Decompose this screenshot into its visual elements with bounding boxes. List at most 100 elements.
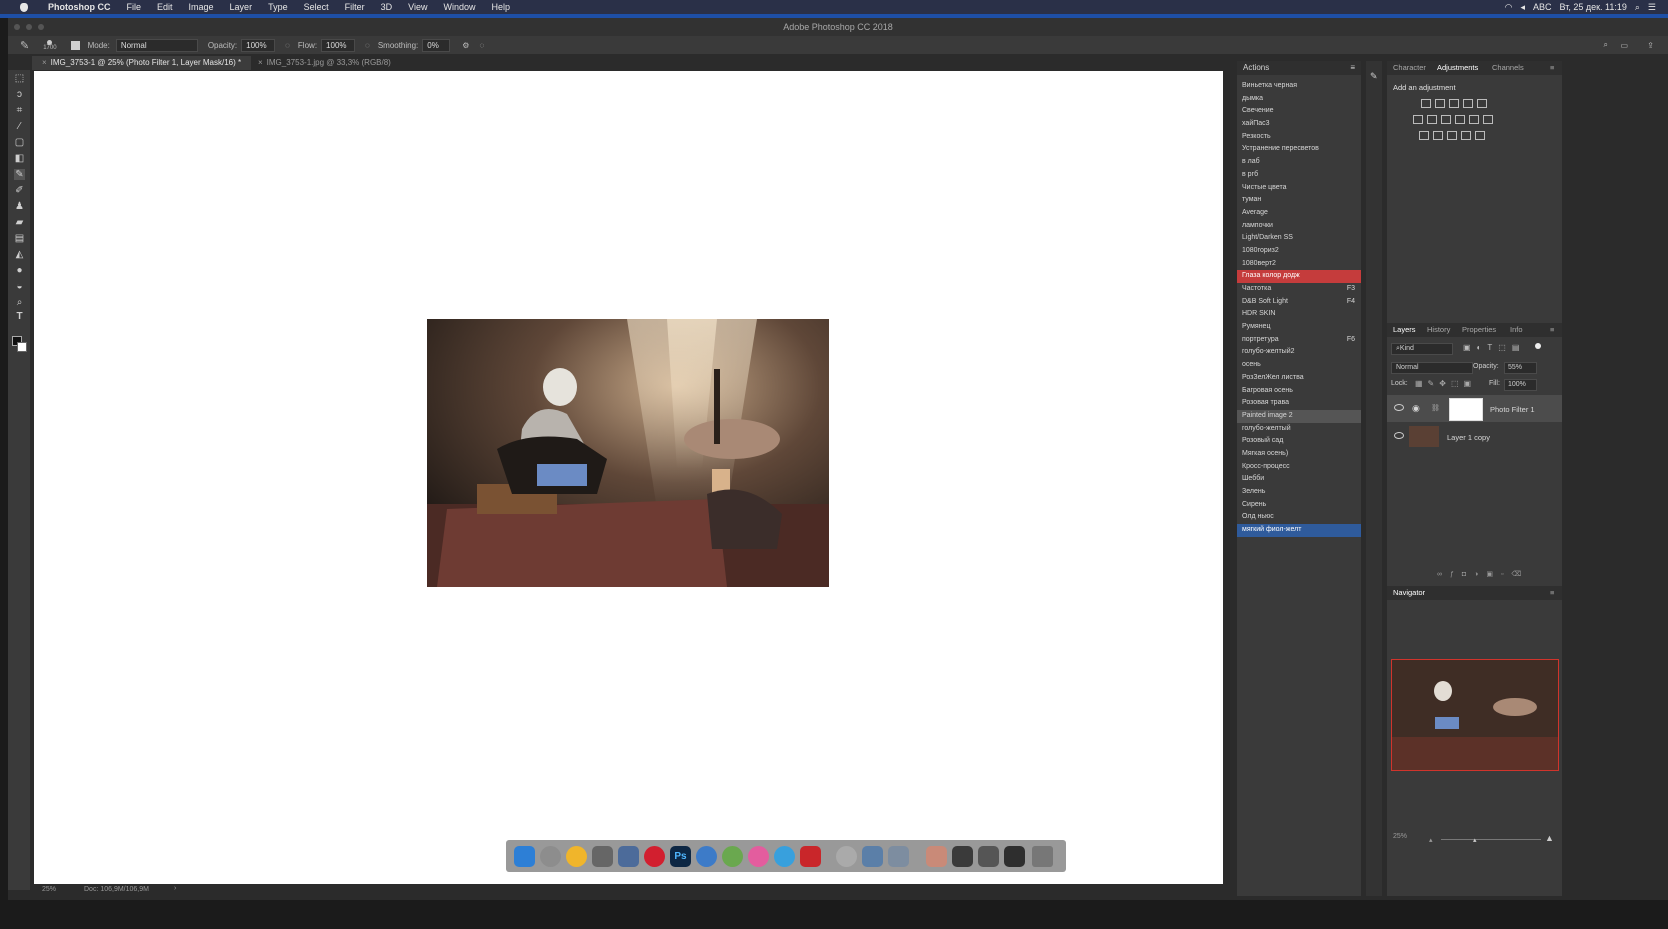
action-item[interactable]: Зелень xyxy=(1237,486,1361,499)
navigator-zoom-handle[interactable]: ▴ xyxy=(1473,836,1477,844)
action-item[interactable]: Олд ньюс xyxy=(1237,511,1361,524)
actions-panel-title[interactable]: Actions xyxy=(1243,63,1269,72)
browser-icon[interactable] xyxy=(696,846,717,867)
share-icon[interactable]: ⇪ xyxy=(1647,41,1654,50)
launchpad-icon[interactable] xyxy=(540,846,561,867)
action-item[interactable]: лампочки xyxy=(1237,220,1361,233)
healing-brush-tool-icon[interactable]: ▢ xyxy=(14,137,25,148)
action-item[interactable]: в лаб xyxy=(1237,156,1361,169)
action-item[interactable]: Мягкая осень) xyxy=(1237,448,1361,461)
action-item[interactable]: Виньетка черная xyxy=(1237,80,1361,93)
layer-opacity-input[interactable]: 55% xyxy=(1504,362,1537,374)
input-language[interactable]: ABC xyxy=(1533,2,1552,12)
action-item[interactable]: Розовый сад xyxy=(1237,435,1361,448)
vibrance-icon[interactable] xyxy=(1477,99,1487,108)
recent-document-icon[interactable] xyxy=(926,846,947,867)
panel-menu-icon[interactable]: ≡ xyxy=(1550,61,1554,75)
panel-menu-icon[interactable]: ≡ xyxy=(1550,323,1554,337)
threshold-icon[interactable] xyxy=(1447,131,1457,140)
menu-type[interactable]: Type xyxy=(268,2,288,12)
status-arrow-icon[interactable]: › xyxy=(174,885,176,892)
exposure-icon[interactable] xyxy=(1463,99,1473,108)
flow-input[interactable]: 100% xyxy=(321,38,356,52)
action-item[interactable]: туман xyxy=(1237,194,1361,207)
marquee-tool-icon[interactable]: ⬚ xyxy=(14,73,25,84)
menu-help[interactable]: Help xyxy=(491,2,510,12)
volume-icon[interactable]: ◂ xyxy=(1520,2,1525,13)
brush-tool-preset-icon[interactable]: ✎ xyxy=(20,39,29,52)
action-item[interactable]: Румянец xyxy=(1237,321,1361,334)
action-item[interactable]: в ргб xyxy=(1237,169,1361,182)
clone-stamp-tool-icon[interactable]: ♟ xyxy=(14,201,25,212)
layer-row-layer-1-copy[interactable]: Layer 1 copy xyxy=(1387,423,1562,450)
action-item[interactable]: D&B Soft Light F4 xyxy=(1237,296,1361,309)
messenger-icon[interactable] xyxy=(774,846,795,867)
tab-properties[interactable]: Properties xyxy=(1462,323,1496,337)
action-item[interactable]: 1080верт2 xyxy=(1237,258,1361,271)
navigator-zoom-value[interactable]: 25% xyxy=(1393,833,1407,840)
tab-close-icon[interactable]: × xyxy=(258,58,263,67)
tab-info[interactable]: Info xyxy=(1510,323,1523,337)
preview-icon[interactable] xyxy=(888,846,909,867)
zoom-out-icon[interactable]: ▴ xyxy=(1429,836,1433,844)
opera-icon[interactable] xyxy=(644,846,665,867)
tab-second-document[interactable]: × IMG_3753-1.jpg @ 33,3% (RGB/8) xyxy=(248,56,401,70)
system-preferences-icon[interactable] xyxy=(592,846,613,867)
panel-menu-icon[interactable]: ≡ xyxy=(1350,61,1355,75)
layer-row-photo-filter[interactable]: ◉ ⛓ Photo Filter 1 xyxy=(1387,395,1562,422)
recent-image-icon[interactable] xyxy=(952,846,973,867)
photos-icon[interactable] xyxy=(566,846,587,867)
menu-select[interactable]: Select xyxy=(304,2,329,12)
color-lookup-icon[interactable] xyxy=(1483,115,1493,124)
notification-center-icon[interactable]: ☰ xyxy=(1648,2,1656,13)
mode-select[interactable]: Normal xyxy=(115,38,198,52)
visibility-eye-icon[interactable] xyxy=(1394,404,1404,411)
blur-tool-icon[interactable]: ◭ xyxy=(14,249,25,260)
action-item[interactable]: мягкий фиол-желт xyxy=(1237,524,1361,537)
tab-history[interactable]: History xyxy=(1427,323,1450,337)
search-icon[interactable]: ⌕ xyxy=(1604,40,1608,50)
panel-menu-icon[interactable]: ≡ xyxy=(1550,586,1554,600)
eyedropper-tool-icon[interactable]: ⁄ xyxy=(14,121,25,132)
action-item[interactable]: осень xyxy=(1237,359,1361,372)
black-white-icon[interactable] xyxy=(1441,115,1451,124)
action-item[interactable]: Свечение xyxy=(1237,105,1361,118)
pen-tool-icon[interactable]: ◒ xyxy=(14,281,25,292)
disk-utility-icon[interactable] xyxy=(836,846,857,867)
music-icon[interactable] xyxy=(748,846,769,867)
action-item[interactable]: Light/Darken SS xyxy=(1237,232,1361,245)
hue-saturation-icon[interactable] xyxy=(1413,115,1423,124)
tab-layers[interactable]: Layers xyxy=(1393,323,1416,337)
menu-file[interactable]: File xyxy=(127,2,142,12)
patch-tool-icon[interactable]: ◧ xyxy=(14,153,25,164)
color-balance-icon[interactable] xyxy=(1427,115,1437,124)
gradient-tool-icon[interactable]: ▤ xyxy=(14,233,25,244)
navigator-preview[interactable] xyxy=(1391,659,1559,771)
airbrush-icon[interactable]: ◌ xyxy=(365,41,370,50)
background-color-swatch[interactable] xyxy=(17,342,27,352)
zoom-tool-icon[interactable]: ⌕ xyxy=(14,297,25,308)
menu-layer[interactable]: Layer xyxy=(230,2,253,12)
maps-icon[interactable] xyxy=(722,846,743,867)
action-item[interactable]: Розовая трава xyxy=(1237,397,1361,410)
curves-icon[interactable] xyxy=(1449,99,1459,108)
action-item[interactable]: Багровая осень xyxy=(1237,385,1361,398)
clock[interactable]: Вт, 25 дек. 11:19 xyxy=(1559,2,1626,12)
recent-screenshot-icon[interactable] xyxy=(978,846,999,867)
minimize-window-button[interactable] xyxy=(26,24,32,30)
action-item[interactable]: Резкость xyxy=(1237,131,1361,144)
layers-footer-icons[interactable]: ∞ƒ◘◑▣▫⌫ xyxy=(1437,570,1529,578)
layer-filter-toggle[interactable] xyxy=(1535,343,1541,349)
smoothing-settings-gear-icon[interactable]: ⚙ xyxy=(462,41,469,50)
levels-icon[interactable] xyxy=(1435,99,1445,108)
action-item[interactable]: Устранение пересветов xyxy=(1237,143,1361,156)
layer-filter-kind-select[interactable]: ⌕Kind xyxy=(1391,343,1453,355)
apple-icon[interactable] xyxy=(20,2,28,12)
document-photo[interactable] xyxy=(427,319,829,587)
selective-color-icon[interactable] xyxy=(1475,131,1485,140)
tab-adjustments[interactable]: Adjustments xyxy=(1437,61,1478,75)
mixer-brush-tool-icon[interactable]: ✐ xyxy=(14,185,25,196)
pressure-opacity-icon[interactable]: ◌ xyxy=(285,41,290,50)
type-tool-icon[interactable]: T xyxy=(14,311,25,322)
navigator-title[interactable]: Navigator xyxy=(1393,586,1425,600)
